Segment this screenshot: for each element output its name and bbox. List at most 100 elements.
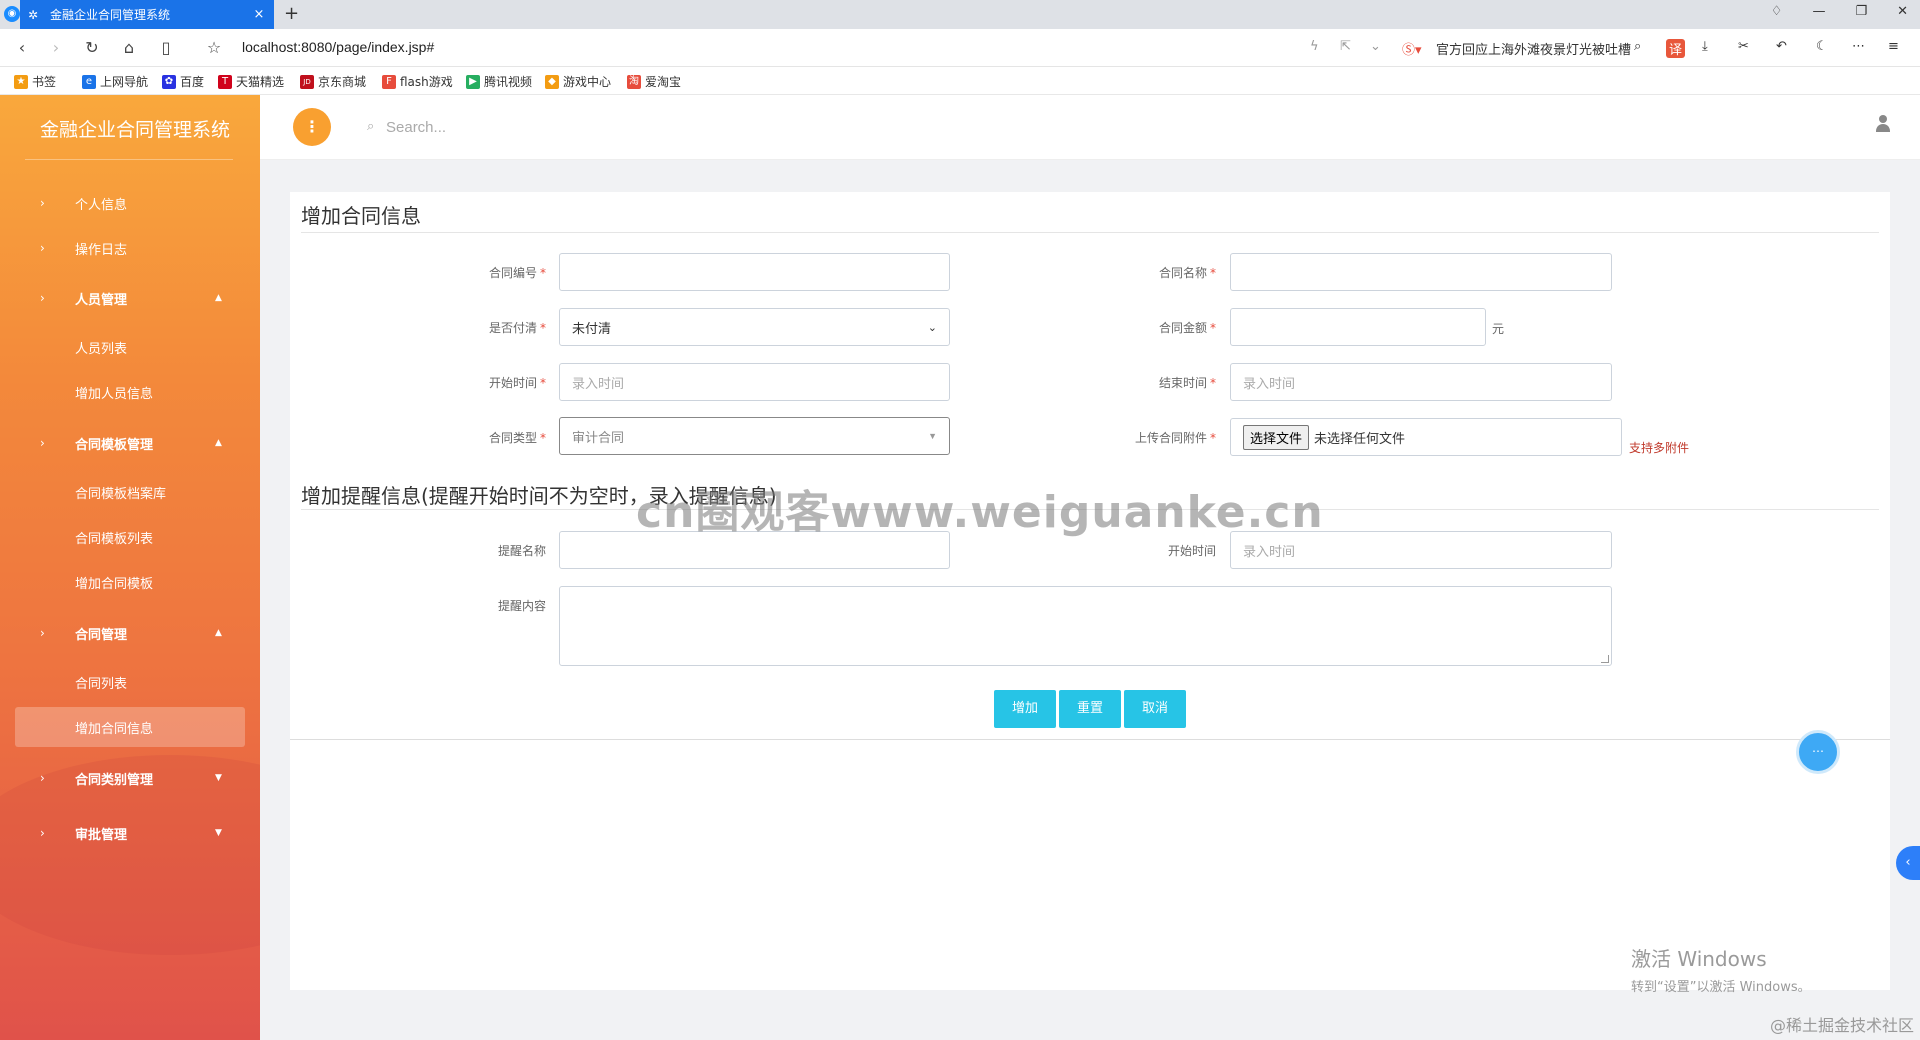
sidebar-item[interactable]: 合同模板档案库 bbox=[15, 472, 245, 512]
contract-name-input[interactable] bbox=[1230, 253, 1612, 291]
floating-assistant-button[interactable]: ⋯ bbox=[1796, 730, 1840, 774]
chevron-down-icon[interactable]: ⌄ bbox=[1370, 39, 1381, 54]
download-icon[interactable]: ⤓ bbox=[1702, 39, 1708, 54]
sidebar-item-label: 合同模板管理 bbox=[75, 437, 154, 453]
chevron-right-icon: › bbox=[40, 241, 45, 255]
favorite-star-icon[interactable]: ☆ bbox=[204, 38, 224, 57]
paid-select[interactable]: 未付清 ⌄ bbox=[559, 308, 950, 346]
sidebar-item[interactable]: › 合同模板管理 ▲ bbox=[15, 423, 245, 463]
browser-tab[interactable]: ✲ 金融企业合同管理系统 × bbox=[20, 0, 274, 29]
search-icon: ⌕ bbox=[367, 119, 375, 134]
bookmark-item[interactable]: ✿ 百度 bbox=[162, 73, 204, 90]
caret-up-icon: ▲ bbox=[215, 293, 222, 303]
share-icon[interactable]: ⇱ bbox=[1340, 39, 1351, 54]
translate-icon[interactable]: 译 bbox=[1666, 39, 1686, 58]
news-headline[interactable]: 官方回应上海外滩夜景灯光被吐槽 bbox=[1436, 39, 1631, 58]
chevron-right-icon: › bbox=[40, 291, 45, 305]
remind-content-textarea[interactable] bbox=[559, 586, 1612, 666]
bookmark-item[interactable]: e 上网导航 bbox=[82, 73, 148, 90]
search-input[interactable] bbox=[386, 115, 686, 139]
gamepad-icon: ◆ bbox=[545, 74, 559, 89]
addr-search-icon[interactable]: ⌕ bbox=[1634, 39, 1641, 54]
reset-button[interactable]: 重置 bbox=[1059, 690, 1121, 728]
activation-subtitle: 转到“设置”以激活 Windows。 bbox=[1631, 980, 1811, 995]
caret-up-icon: ▲ bbox=[215, 438, 222, 448]
start-time-input[interactable]: 录入时间 bbox=[559, 363, 950, 401]
bookmark-item[interactable]: Fflash游戏 bbox=[382, 73, 453, 90]
address-bar: ‹ › ↻ ⌂ ▯ ☆ localhost:8080/page/index.js… bbox=[0, 29, 1920, 67]
bookmark-label: 爱淘宝 bbox=[645, 75, 682, 89]
sidebar-item[interactable]: 增加合同信息 bbox=[15, 707, 245, 747]
bookmark-item[interactable]: ▶ 腾讯视频 bbox=[466, 73, 532, 90]
close-window-icon[interactable]: ✕ bbox=[1897, 4, 1908, 19]
sidebar-item-label: 合同类别管理 bbox=[75, 772, 154, 788]
user-icon[interactable] bbox=[1876, 115, 1890, 133]
sidebar-item[interactable]: › 人员管理 ▲ bbox=[15, 278, 245, 318]
bookmark-item[interactable]: JD 京东商城 bbox=[300, 73, 366, 90]
sidebar-item[interactable]: › 操作日志 bbox=[15, 228, 245, 268]
end-time-input[interactable]: 录入时间 bbox=[1230, 363, 1612, 401]
minimize-icon[interactable]: — bbox=[1812, 4, 1825, 19]
bookmark-item[interactable]: 淘爱淘宝 bbox=[627, 73, 681, 90]
more-icon[interactable]: ⋯ bbox=[1852, 39, 1865, 54]
add-button[interactable]: 增加 bbox=[994, 690, 1056, 728]
cut-icon[interactable]: ✂ bbox=[1738, 39, 1749, 54]
sidebar-item-label: 合同模板列表 bbox=[75, 531, 154, 547]
sidebar-item[interactable]: 合同模板列表 bbox=[15, 517, 245, 557]
contract-type-label: 合同类型 * bbox=[488, 431, 546, 445]
taobao-icon: 淘 bbox=[627, 74, 641, 89]
chevron-right-icon: › bbox=[40, 436, 45, 450]
attachment-file-input[interactable]: 选择文件 未选择任何文件 bbox=[1230, 418, 1622, 456]
shirt-icon[interactable]: ♢ bbox=[1771, 4, 1783, 19]
reload-icon[interactable]: ↻ bbox=[82, 38, 102, 57]
bookmark-item[interactable]: ◆ 游戏中心 bbox=[545, 73, 611, 90]
tab-close-icon[interactable]: × bbox=[252, 7, 266, 22]
remind-content-label: 提醒内容 bbox=[497, 599, 546, 613]
tab-favicon-icon: ✲ bbox=[28, 7, 39, 22]
new-tab-button[interactable]: + bbox=[284, 3, 299, 24]
amount-unit: 元 bbox=[1492, 322, 1505, 336]
side-collapse-button[interactable]: ‹ bbox=[1896, 846, 1920, 880]
sidebar-item[interactable]: 合同列表 bbox=[15, 662, 245, 702]
sidebar-item[interactable]: 人员列表 bbox=[15, 327, 245, 367]
paw-icon: ✿ bbox=[162, 74, 176, 89]
end-time-label: 结束时间 * bbox=[1158, 376, 1216, 390]
restore-icon[interactable]: ❐ bbox=[1855, 4, 1867, 19]
choose-file-button[interactable]: 选择文件 bbox=[1243, 424, 1310, 450]
undo-icon[interactable]: ↶ bbox=[1776, 39, 1787, 54]
chevron-right-icon: › bbox=[40, 626, 45, 640]
sidebar-item-label: 增加合同信息 bbox=[75, 721, 154, 737]
bookmark-item[interactable]: ★ 书签 bbox=[14, 73, 56, 90]
forward-icon[interactable]: › bbox=[46, 38, 66, 57]
star-icon: ★ bbox=[14, 74, 28, 89]
sidebar-item-label: 合同列表 bbox=[75, 676, 128, 692]
brand-divider bbox=[25, 159, 233, 160]
contract-no-input[interactable] bbox=[559, 253, 950, 291]
paid-label: 是否付清 * bbox=[488, 321, 546, 335]
url-field[interactable]: localhost:8080/page/index.jsp# bbox=[242, 39, 434, 55]
content-divider bbox=[290, 739, 1890, 740]
sidebar-item[interactable]: 增加人员信息 bbox=[15, 372, 245, 412]
lightning-icon[interactable]: ϟ bbox=[1310, 39, 1319, 54]
tab-title: 金融企业合同管理系统 bbox=[50, 8, 171, 22]
reader-icon[interactable]: ▯ bbox=[156, 38, 176, 57]
sidebar: 金融企业合同管理系统 › 个人信息 › 操作日志 › 人员管理 ▲ 人员列表 增加人员信息 › 合同… bbox=[0, 95, 260, 1040]
sidebar-item[interactable]: 增加合同模板 bbox=[15, 562, 245, 602]
amount-input[interactable] bbox=[1230, 308, 1486, 346]
browser-logo-icon: ◉ bbox=[4, 6, 20, 22]
sidebar-item-label: 操作日志 bbox=[75, 242, 128, 258]
hamburger-menu-icon[interactable]: ≡ bbox=[1888, 39, 1899, 54]
sidebar-item[interactable]: › 个人信息 bbox=[15, 183, 245, 223]
back-icon[interactable]: ‹ bbox=[12, 38, 32, 57]
bookmark-item[interactable]: T 天猫精选 bbox=[218, 73, 284, 90]
menu-toggle-button[interactable]: ⋮ bbox=[293, 108, 331, 146]
sidebar-item[interactable]: › 审批管理 ▼ bbox=[15, 813, 245, 853]
contract-type-select[interactable]: 审计合同 ▼ bbox=[559, 417, 950, 455]
sidebar-item[interactable]: › 合同类别管理 ▼ bbox=[15, 758, 245, 798]
search-engine-icon[interactable]: Ⓢ▾ bbox=[1402, 39, 1422, 58]
home-icon[interactable]: ⌂ bbox=[119, 38, 139, 57]
resize-grip-icon[interactable] bbox=[1601, 655, 1609, 663]
night-mode-icon[interactable]: ☾ bbox=[1816, 39, 1828, 54]
sidebar-item[interactable]: › 合同管理 ▲ bbox=[15, 613, 245, 653]
cancel-button[interactable]: 取消 bbox=[1124, 690, 1186, 728]
